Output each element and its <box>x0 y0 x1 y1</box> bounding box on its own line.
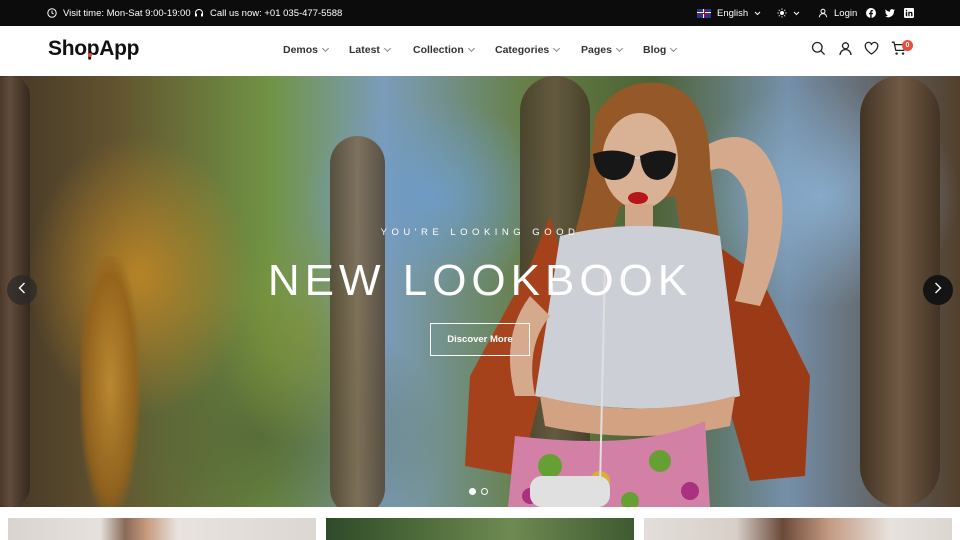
visit-time: Visit time: Mon-Sat 9:00-19:00 <box>47 0 191 26</box>
nav-categories-label: Categories <box>495 44 550 56</box>
prev-slide-button[interactable] <box>7 275 37 305</box>
nav-pages-label: Pages <box>581 44 612 56</box>
chevron-down-icon <box>754 11 761 16</box>
chevron-left-icon <box>18 281 26 299</box>
account-icon[interactable] <box>838 41 854 57</box>
login-label: Login <box>834 7 858 19</box>
chevron-down-icon <box>383 44 391 53</box>
sun-icon <box>777 8 787 18</box>
slide-indicators <box>469 488 488 495</box>
hero-title: NEW LOOKBOOK <box>267 256 693 305</box>
nav-blog[interactable]: Blog <box>643 44 678 56</box>
category-card[interactable] <box>644 518 952 540</box>
language-selector[interactable]: English <box>697 0 761 26</box>
user-icon <box>818 8 828 18</box>
language-label: English <box>717 7 749 19</box>
logo[interactable]: ShopApp <box>48 37 140 61</box>
nav-latest-label: Latest <box>349 44 380 56</box>
nav-blog-label: Blog <box>643 44 667 56</box>
chevron-down-icon <box>321 44 330 53</box>
chevron-right-icon <box>934 281 942 299</box>
logo-text: ShopApp <box>48 37 140 60</box>
nav-pages[interactable]: Pages <box>581 44 623 56</box>
main-header: ShopApp Demos Latest Collection Categori… <box>0 26 960 76</box>
theme-toggle[interactable] <box>777 0 800 26</box>
nav-collection[interactable]: Collection <box>413 44 475 56</box>
call-us: Call us now: +01 035-477-5588 <box>194 0 342 26</box>
facebook-icon[interactable] <box>866 8 876 18</box>
twitter-icon[interactable] <box>885 8 895 18</box>
clock-icon <box>47 8 57 18</box>
headset-icon <box>194 8 204 18</box>
heart-icon[interactable] <box>864 41 880 57</box>
call-us-text[interactable]: Call us now: +01 035-477-5588 <box>210 8 342 19</box>
slide-dot[interactable] <box>469 488 476 495</box>
hero-slider: YOU'RE LOOKING GOOD NEW LOOKBOOK Discove… <box>0 76 960 507</box>
nav-latest[interactable]: Latest <box>349 44 391 56</box>
category-card[interactable] <box>326 518 634 540</box>
hero-subtitle: YOU'RE LOOKING GOOD <box>380 227 580 238</box>
chevron-down-icon <box>553 44 561 53</box>
nav-demos-label: Demos <box>283 44 319 56</box>
uk-flag-icon <box>697 8 711 18</box>
nav-demos[interactable]: Demos <box>283 44 330 56</box>
visit-time-text: Visit time: Mon-Sat 9:00-19:00 <box>63 7 191 19</box>
chevron-down-icon <box>615 44 623 53</box>
social-links <box>866 0 914 26</box>
top-bar: Visit time: Mon-Sat 9:00-19:00 Call us n… <box>0 0 960 26</box>
login-link[interactable]: Login <box>818 0 857 26</box>
chevron-down-icon <box>670 44 678 53</box>
next-slide-button[interactable] <box>923 275 953 305</box>
nav-collection-label: Collection <box>413 44 464 56</box>
nav-categories[interactable]: Categories <box>495 44 561 56</box>
logo-dot <box>88 53 92 57</box>
chevron-down-icon <box>467 44 475 53</box>
chevron-down-icon <box>793 11 800 16</box>
discover-more-button[interactable]: Discover More <box>430 323 530 356</box>
category-card[interactable] <box>8 518 316 540</box>
search-icon[interactable] <box>811 41 827 57</box>
slide-dot[interactable] <box>481 488 488 495</box>
cart-count-badge: 0 <box>902 40 913 51</box>
linkedin-icon[interactable] <box>904 8 914 18</box>
